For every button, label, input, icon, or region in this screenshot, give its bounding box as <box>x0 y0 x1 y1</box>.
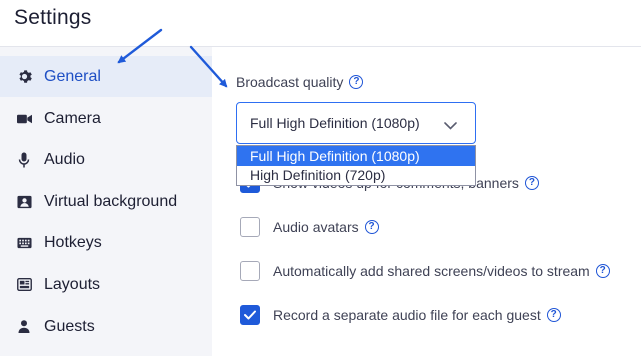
sidebar-item-general[interactable]: General <box>0 56 212 97</box>
gear-icon <box>16 69 32 85</box>
keyboard-icon <box>16 235 32 251</box>
sidebar-item-label: Hotkeys <box>44 233 102 251</box>
checkbox-label: Audio avatars <box>273 219 359 235</box>
broadcast-quality-text: Broadcast quality <box>236 74 344 90</box>
sidebar-item-label: Audio <box>44 150 85 168</box>
help-icon[interactable]: ? <box>349 75 364 89</box>
chevron-down-icon <box>444 117 457 135</box>
checkbox-separate-audio[interactable] <box>240 305 260 325</box>
sidebar-item-label: Virtual background <box>44 192 178 210</box>
checkbox-auto-add-shared[interactable] <box>240 261 260 281</box>
checkbox-label: Automatically add shared screens/videos … <box>273 263 590 279</box>
sidebar-item-guests[interactable]: Guests <box>0 306 212 347</box>
sidebar-item-label: Layouts <box>44 275 101 293</box>
help-icon[interactable]: ? <box>524 176 539 190</box>
sidebar-item-hotkeys[interactable]: Hotkeys <box>0 222 212 263</box>
help-icon[interactable]: ? <box>595 264 610 278</box>
portrait-icon <box>16 194 32 210</box>
select-value: Full High Definition (1080p) <box>250 115 420 131</box>
settings-sidebar: General Camera Audio Virtual background … <box>0 47 212 356</box>
checkbox-row-auto-add-shared: Automatically add shared screens/videos … <box>240 261 610 281</box>
checkbox-row-audio-avatars: Audio avatars ? <box>240 217 379 237</box>
person-icon <box>16 319 32 335</box>
help-icon[interactable]: ? <box>546 308 561 322</box>
option-1080p[interactable]: Full High Definition (1080p) <box>237 146 475 166</box>
option-720p[interactable]: High Definition (720p) <box>237 166 475 186</box>
checkbox-label: Record a separate audio file for each gu… <box>273 307 541 323</box>
sidebar-item-label: Camera <box>44 109 101 127</box>
video-camera-icon <box>16 111 32 127</box>
microphone-icon <box>16 152 32 168</box>
sidebar-item-layouts[interactable]: Layouts <box>0 264 212 305</box>
settings-content: Broadcast quality ? Full High Definition… <box>212 47 641 356</box>
checkbox-row-separate-audio: Record a separate audio file for each gu… <box>240 305 561 325</box>
broadcast-quality-select[interactable]: Full High Definition (1080p) <box>236 102 476 144</box>
checkbox-audio-avatars[interactable] <box>240 217 260 237</box>
help-icon[interactable]: ? <box>364 220 379 234</box>
sidebar-item-camera[interactable]: Camera <box>0 98 212 139</box>
sidebar-item-label: General <box>44 67 101 85</box>
page-title: Settings <box>14 6 92 29</box>
broadcast-quality-dropdown: Full High Definition (1080p) High Defini… <box>236 145 476 186</box>
sidebar-item-virtual-background[interactable]: Virtual background <box>0 181 212 222</box>
layout-icon <box>16 277 32 293</box>
sidebar-item-audio[interactable]: Audio <box>0 139 212 180</box>
sidebar-item-label: Guests <box>44 317 95 335</box>
broadcast-quality-label: Broadcast quality ? <box>236 74 364 90</box>
